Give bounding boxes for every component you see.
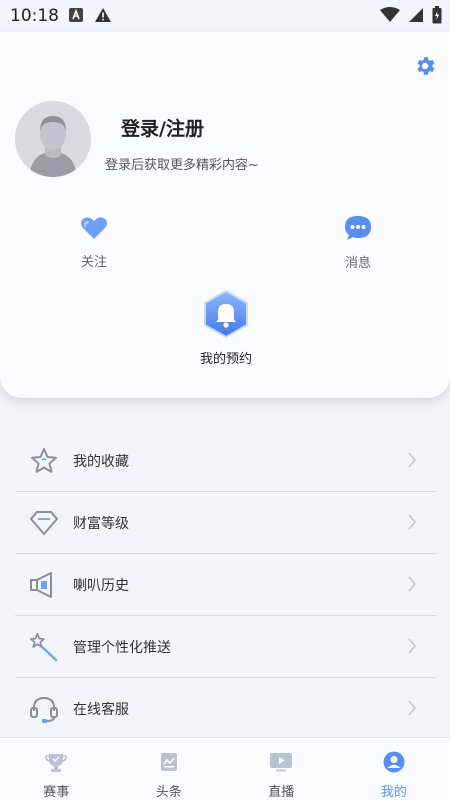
diamond-icon — [29, 508, 59, 538]
play-icon — [269, 751, 293, 777]
login-register-link[interactable]: 登录/注册 — [121, 114, 204, 141]
menu-item-customer-service[interactable]: 在线客服 — [15, 678, 437, 740]
chevron-right-icon — [407, 699, 417, 717]
menu-item-horn-history[interactable]: 喇叭历史 — [15, 554, 437, 616]
menu-label-horn-history: 喇叭历史 — [73, 575, 129, 595]
chevron-right-icon — [407, 451, 417, 469]
wifi-icon — [380, 7, 400, 28]
menu-label-wealth-level: 财富等级 — [73, 513, 129, 533]
follow-label: 关注 — [81, 251, 107, 270]
bottom-tab-bar: 赛事 头条 直播 我的 — [0, 737, 450, 801]
menu-label-personalized-push: 管理个性化推送 — [73, 637, 171, 657]
login-subtitle: 登录后获取更多精彩内容~ — [105, 154, 259, 173]
chat-bubble-icon — [344, 214, 372, 246]
settings-gear-icon[interactable] — [413, 54, 437, 78]
tab-label-live: 直播 — [268, 781, 294, 800]
avatar[interactable] — [15, 101, 91, 177]
tab-label-headlines: 头条 — [156, 781, 182, 800]
signal-icon — [408, 7, 424, 28]
menu-label-favorites: 我的收藏 — [73, 451, 129, 471]
chevron-right-icon — [407, 575, 417, 593]
follow-button[interactable]: 关注 — [70, 215, 118, 270]
battery-icon — [432, 6, 442, 29]
tab-headlines[interactable]: 头条 — [113, 738, 226, 801]
tab-label-mine: 我的 — [381, 781, 407, 800]
a-notification-icon — [68, 7, 84, 28]
headset-icon — [29, 694, 59, 724]
tab-live[interactable]: 直播 — [225, 738, 338, 801]
profile-card: 登录/注册 登录后获取更多精彩内容~ 关注 消息 — [0, 32, 450, 398]
star-icon — [29, 446, 59, 476]
news-icon — [158, 751, 180, 777]
tab-events[interactable]: 赛事 — [0, 738, 113, 801]
magic-wand-icon — [29, 632, 59, 662]
status-time: 10:18 — [10, 6, 59, 26]
menu-list: 我的收藏 财富等级 喇叭历史 管理个性化推送 在线客服 — [15, 430, 437, 740]
megaphone-icon — [29, 570, 59, 600]
my-appointment-button[interactable]: 我的预约 — [185, 290, 267, 367]
chevron-right-icon — [407, 637, 417, 655]
menu-item-favorites[interactable]: 我的收藏 — [15, 430, 437, 492]
heart-icon — [80, 215, 108, 245]
bell-icon — [201, 290, 251, 342]
messages-label: 消息 — [345, 252, 371, 271]
messages-button[interactable]: 消息 — [334, 214, 382, 271]
tab-label-events: 赛事 — [43, 781, 69, 800]
status-bar: 10:18 — [0, 0, 450, 32]
menu-item-wealth-level[interactable]: 财富等级 — [15, 492, 437, 554]
profile-icon — [383, 751, 405, 777]
my-appointment-label: 我的预约 — [200, 348, 252, 367]
trophy-icon — [45, 751, 67, 777]
warning-icon — [94, 7, 112, 28]
menu-label-customer-service: 在线客服 — [73, 699, 129, 719]
tab-mine[interactable]: 我的 — [338, 738, 450, 801]
menu-item-personalized-push[interactable]: 管理个性化推送 — [15, 616, 437, 678]
chevron-right-icon — [407, 513, 417, 531]
